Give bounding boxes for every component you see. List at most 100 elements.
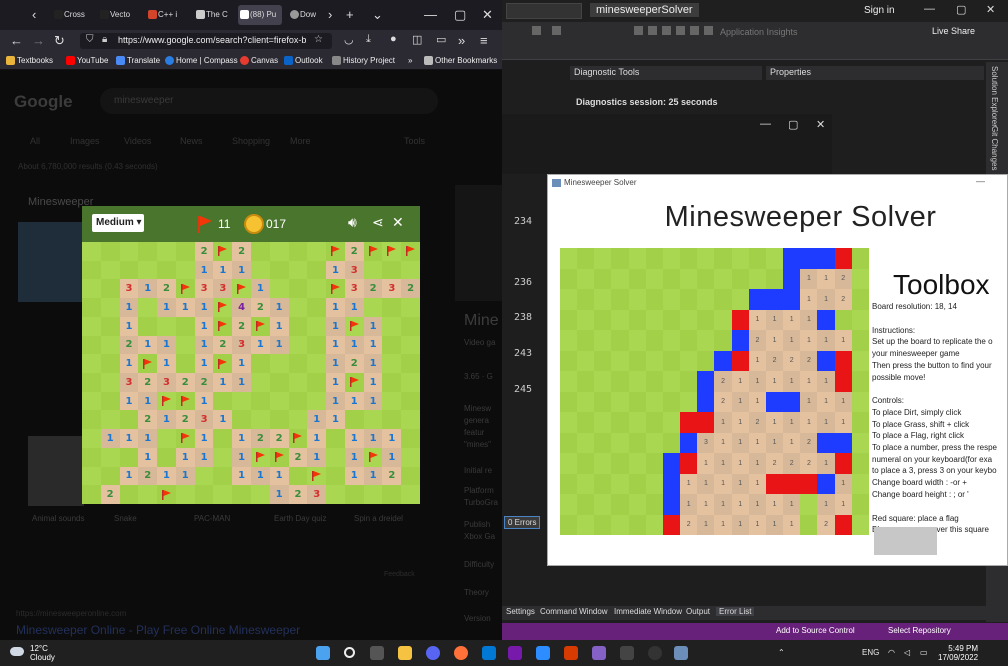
difficulty-select[interactable]: Medium ▾ xyxy=(92,214,144,232)
solver-cell-uncover-hint[interactable] xyxy=(765,391,784,412)
board-cell-number[interactable]: 1 xyxy=(307,447,327,467)
solver-cell-number[interactable]: 1 xyxy=(731,432,749,453)
solver-cell-grass[interactable] xyxy=(851,371,869,392)
vs-select-repository[interactable]: Select Repository xyxy=(888,626,951,635)
google-tab-shopping[interactable]: Shopping xyxy=(232,136,270,146)
board-cell-number[interactable]: 1 xyxy=(100,429,120,448)
solver-cell-grass[interactable] xyxy=(594,473,612,494)
maximize-icon[interactable]: ▢ xyxy=(454,7,466,23)
board-cell-number[interactable]: 3 xyxy=(382,279,402,299)
board-cell-covered[interactable] xyxy=(157,260,176,280)
solver-cell-grass[interactable] xyxy=(697,309,715,330)
board-cell-covered[interactable] xyxy=(288,298,308,317)
board-cell-covered[interactable] xyxy=(138,242,158,261)
board-cell-number[interactable]: 1 xyxy=(363,354,383,373)
board-cell-covered[interactable] xyxy=(138,485,158,504)
solver-cell-grass[interactable] xyxy=(594,289,612,310)
board-cell-covered[interactable] xyxy=(175,335,195,355)
board-cell-covered[interactable] xyxy=(288,410,308,430)
solver-cell-number[interactable]: 1 xyxy=(800,289,818,310)
solver-cell-uncover-hint[interactable] xyxy=(817,309,835,330)
solver-cell-grass[interactable] xyxy=(800,514,818,535)
board-cell-number[interactable]: 2 xyxy=(138,372,158,392)
board-cell-number[interactable]: 2 xyxy=(382,466,402,486)
browser-tab-active[interactable]: (88) Pu xyxy=(238,5,282,25)
board-cell-number[interactable]: 3 xyxy=(213,279,233,299)
board-cell-covered[interactable] xyxy=(157,447,176,467)
solver-cell-grass[interactable] xyxy=(594,514,612,535)
board-cell-covered[interactable] xyxy=(251,242,270,261)
board-cell-covered[interactable] xyxy=(82,372,101,392)
solver-cell-grass[interactable] xyxy=(662,248,681,269)
solver-cell-grass[interactable] xyxy=(577,432,595,453)
taskbar-clock[interactable]: 5:49 PM 17/09/2022 xyxy=(938,644,978,662)
tab-scroll-left-icon[interactable]: ‹ xyxy=(32,7,36,22)
board-cell-covered[interactable] xyxy=(251,410,270,430)
solver-cell-grass[interactable] xyxy=(851,268,869,289)
solver-cell-number[interactable]: 1 xyxy=(817,289,835,310)
board-cell-covered[interactable] xyxy=(269,260,289,280)
board-cell-covered[interactable] xyxy=(251,485,270,504)
board-cell-number[interactable]: 1 xyxy=(194,447,214,467)
board-cell-number[interactable]: 1 xyxy=(307,429,327,448)
vs-git-changes-tab[interactable]: Git Changes xyxy=(990,126,999,170)
board-cell-covered[interactable] xyxy=(288,354,308,373)
board-cell-covered[interactable] xyxy=(401,354,420,373)
solver-cell-number[interactable]: 2 xyxy=(817,514,835,535)
account-icon[interactable]: ● xyxy=(390,33,397,45)
board-cell-number[interactable]: 1 xyxy=(326,335,345,355)
result-title-link[interactable]: Minesweeper Online - Play Free Online Mi… xyxy=(16,623,300,637)
solver-cell-grass[interactable] xyxy=(645,248,663,269)
solver-cell-uncover-hint[interactable] xyxy=(697,391,715,412)
board-cell-number[interactable]: 1 xyxy=(119,298,139,317)
board-cell-number[interactable]: 1 xyxy=(363,335,383,355)
board-cell-number[interactable]: 1 xyxy=(344,391,364,411)
feedback-link[interactable]: Feedback xyxy=(384,571,415,578)
board-cell-covered[interactable] xyxy=(382,391,402,411)
solver-cell-number[interactable]: 1 xyxy=(783,371,801,392)
google-tab-news[interactable]: News xyxy=(180,136,203,146)
solver-cell-number[interactable]: 1 xyxy=(748,473,766,494)
url-bar[interactable]: ⛉ 🔒︎ https://www.google.com/search?clien… xyxy=(80,33,332,49)
solver-cell-grass[interactable] xyxy=(560,309,578,330)
solver-cell-number[interactable]: 1 xyxy=(783,494,801,515)
screen-icon[interactable]: ▭ xyxy=(436,33,446,46)
solver-cell-grass[interactable] xyxy=(628,391,646,412)
board-cell-number[interactable]: 3 xyxy=(194,279,214,299)
vs-search-box[interactable] xyxy=(506,3,582,19)
board-cell-number[interactable]: 1 xyxy=(138,429,158,448)
board-cell-number[interactable]: 3 xyxy=(119,279,139,299)
lock-icon[interactable]: 🔒︎ xyxy=(102,34,107,45)
share-icon[interactable]: ⋖ xyxy=(372,214,384,231)
board-cell-number[interactable]: 1 xyxy=(344,298,364,317)
board-cell-number[interactable]: 2 xyxy=(175,410,195,430)
solver-cell-uncover-hint[interactable] xyxy=(783,268,801,289)
solver-cell-flag-hint[interactable] xyxy=(731,350,749,371)
solver-cell-number[interactable]: 1 xyxy=(748,391,766,412)
board-cell-number[interactable]: 1 xyxy=(119,316,139,336)
board-cell-flag[interactable] xyxy=(138,354,158,373)
solver-cell-grass[interactable] xyxy=(645,494,663,515)
board-cell-covered[interactable] xyxy=(307,242,327,261)
bookmark-item[interactable]: Textbooks xyxy=(6,56,53,65)
board-cell-covered[interactable] xyxy=(100,298,120,317)
board-cell-covered[interactable] xyxy=(100,335,120,355)
board-cell-covered[interactable] xyxy=(82,335,101,355)
solver-cell-grass[interactable] xyxy=(628,309,646,330)
google-game-thumbnail[interactable] xyxy=(28,436,84,506)
game-caption[interactable]: Earth Day quiz xyxy=(274,514,326,523)
board-cell-number[interactable]: 1 xyxy=(232,447,251,467)
board-cell-covered[interactable] xyxy=(175,354,195,373)
solver-cell-grass[interactable] xyxy=(662,412,681,433)
bookmark-item[interactable]: Home | Compass xyxy=(165,56,238,65)
board-cell-covered[interactable] xyxy=(288,391,308,411)
solver-cell-uncover-hint[interactable] xyxy=(697,371,715,392)
board-cell-covered[interactable] xyxy=(307,260,327,280)
solver-cell-number[interactable]: 1 xyxy=(714,453,732,474)
solver-cell-number[interactable]: 1 xyxy=(731,494,749,515)
solver-cell-grass[interactable] xyxy=(851,412,869,433)
solver-cell-grass[interactable] xyxy=(645,330,663,351)
board-cell-number[interactable]: 1 xyxy=(119,429,139,448)
board-cell-number[interactable]: 2 xyxy=(288,485,308,504)
solver-cell-number[interactable]: 1 xyxy=(817,330,835,351)
